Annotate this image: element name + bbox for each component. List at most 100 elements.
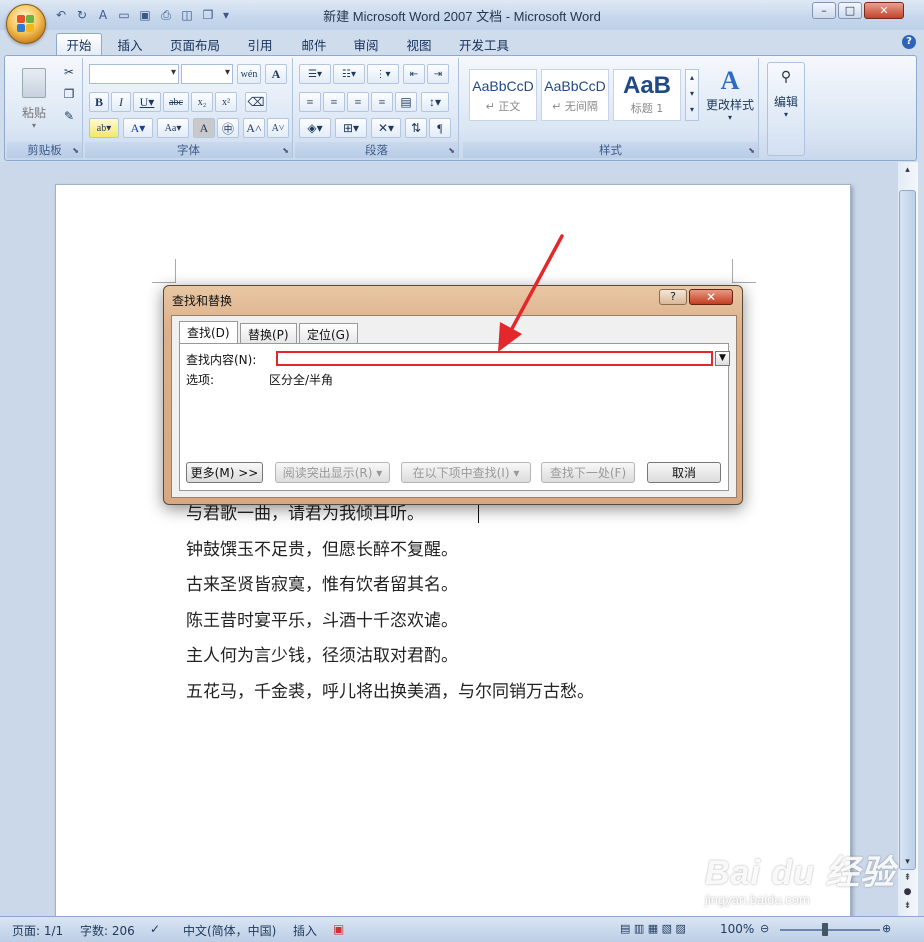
tab-find[interactable]: 查找(D) xyxy=(179,321,238,343)
find-input[interactable] xyxy=(276,351,713,366)
find-history-dropdown[interactable]: ▼ xyxy=(715,351,730,366)
view-buttons[interactable]: ▤ ▥ ▦ ▧ ▨ xyxy=(620,922,686,935)
font-size-combo[interactable] xyxy=(181,64,233,84)
dialog-body: 查找(D) 替换(P) 定位(G) 查找内容(N): ▼ 选项: 区分全/半角 … xyxy=(171,315,737,498)
spell-check-icon[interactable]: ✓ xyxy=(150,922,160,936)
dialog-help-button[interactable]: ? xyxy=(659,289,687,305)
change-case-icon[interactable]: Aa▾ xyxy=(157,118,189,138)
chinese-layout-icon[interactable]: ✕▾ xyxy=(371,118,401,138)
numbering-icon[interactable]: ☷▾ xyxy=(333,64,365,84)
document-text: 与君歌一曲，请君为我倾耳听。 钟鼓馔玉不足贵，但愿长醉不复醒。 古来圣贤皆寂寞，… xyxy=(186,497,594,710)
macro-record-icon[interactable]: ▣ xyxy=(333,922,344,936)
justify-icon[interactable]: ≡ xyxy=(371,92,393,112)
show-marks-icon[interactable]: ¶ xyxy=(429,118,451,138)
word-count[interactable]: 字数: 206 xyxy=(80,922,135,939)
tab-replace[interactable]: 替换(P) xyxy=(240,323,297,343)
editing-button[interactable]: ⚲ 编辑 ▾ xyxy=(767,62,805,156)
zoom-slider[interactable] xyxy=(780,929,880,931)
cancel-button[interactable]: 取消 xyxy=(647,462,721,483)
line-spacing-icon[interactable]: ↕▾ xyxy=(421,92,449,112)
paste-label: 粘贴 xyxy=(21,106,46,120)
style-no-spacing[interactable]: AaBbCcD ↵ 无间隔 xyxy=(541,69,609,121)
char-shading-icon[interactable]: A xyxy=(193,118,215,138)
styles-launcher-icon[interactable]: ⬊ xyxy=(748,146,755,155)
copy-icon-ribbon[interactable]: ❐ xyxy=(59,84,79,104)
tab-home[interactable]: 开始 xyxy=(56,33,102,55)
enclose-char-icon[interactable]: ㊥ xyxy=(217,118,239,138)
vertical-scrollbar[interactable]: ▴ ▾ ⇞ ● ⇟ xyxy=(898,162,918,916)
bold-icon[interactable]: B xyxy=(89,92,109,112)
font-group: wén A B I U▾ abc x₂ x² ⌫ ab▾ A▾ Aa▾ A ㊥ … xyxy=(85,58,293,158)
align-center-icon[interactable]: ≡ xyxy=(323,92,345,112)
close-button[interactable]: ✕ xyxy=(864,2,904,19)
help-icon[interactable]: ? xyxy=(902,35,916,49)
text-line: 五花马，千金裘，呼儿将出换美酒，与尔同销万古愁。 xyxy=(186,681,594,702)
phonetic-guide-icon[interactable]: wén xyxy=(237,64,261,84)
dialog-close-button[interactable]: ✕ xyxy=(689,289,733,305)
paragraph-launcher-icon[interactable]: ⬊ xyxy=(448,146,455,155)
maximize-button[interactable]: □ xyxy=(838,2,862,19)
shading-icon[interactable]: ◈▾ xyxy=(299,118,331,138)
char-border-icon[interactable]: A xyxy=(265,64,287,84)
font-launcher-icon[interactable]: ⬊ xyxy=(282,146,289,155)
tab-developer[interactable]: 开发工具 xyxy=(452,33,516,55)
office-button[interactable] xyxy=(6,4,46,44)
tab-view[interactable]: 视图 xyxy=(397,33,441,55)
font-name-combo[interactable] xyxy=(89,64,179,84)
find-in-button[interactable]: 在以下项中查找(I) ▾ xyxy=(401,462,531,483)
zoom-out-icon[interactable]: ⊖ xyxy=(760,922,769,935)
superscript-icon[interactable]: x² xyxy=(215,92,237,112)
reading-highlight-button[interactable]: 阅读突出显示(R) ▾ xyxy=(275,462,390,483)
change-styles-button[interactable]: A 更改样式 ▾ xyxy=(703,64,757,134)
highlight-icon[interactable]: ab▾ xyxy=(89,118,119,138)
tab-references[interactable]: 引用 xyxy=(238,33,282,55)
watermark-url: jingyan.baidu.com xyxy=(705,892,810,907)
tab-review[interactable]: 审阅 xyxy=(344,33,388,55)
multilevel-list-icon[interactable]: ⋮▾ xyxy=(367,64,399,84)
paste-button[interactable]: 粘贴 ▾ xyxy=(13,64,55,134)
shrink-font-icon[interactable]: A˅ xyxy=(267,118,289,138)
zoom-level[interactable]: 100% xyxy=(720,922,754,936)
clear-format-icon[interactable]: ⌫ xyxy=(245,92,267,112)
increase-indent-icon[interactable]: ⇥ xyxy=(427,64,449,84)
styles-scroll[interactable]: ▴ ▾ ▾ xyxy=(685,69,699,121)
tab-goto[interactable]: 定位(G) xyxy=(299,323,358,343)
tab-insert[interactable]: 插入 xyxy=(108,33,152,55)
strikethrough-icon[interactable]: abc xyxy=(163,92,189,112)
cut-icon[interactable]: ✂ xyxy=(59,62,79,82)
font-color-icon[interactable]: A▾ xyxy=(123,118,153,138)
distributed-icon[interactable]: ▤ xyxy=(395,92,417,112)
window-controls: – □ ✕ xyxy=(812,2,904,19)
next-page-icon[interactable]: ⇟ xyxy=(899,898,916,914)
text-line: 主人何为言少钱，径须沽取对君酌。 xyxy=(186,646,458,666)
bullets-icon[interactable]: ☰▾ xyxy=(299,64,331,84)
minimize-button[interactable]: – xyxy=(812,2,836,19)
subscript-icon[interactable]: x₂ xyxy=(191,92,213,112)
insert-mode[interactable]: 插入 xyxy=(293,922,317,939)
align-right-icon[interactable]: ≡ xyxy=(347,92,369,112)
scroll-thumb[interactable] xyxy=(899,190,916,870)
grow-font-icon[interactable]: A˄ xyxy=(243,118,265,138)
scroll-down-arrow[interactable]: ▾ xyxy=(899,854,916,870)
tab-mailings[interactable]: 邮件 xyxy=(292,33,336,55)
underline-icon[interactable]: U▾ xyxy=(133,92,161,112)
options-label: 选项: xyxy=(186,373,215,387)
tab-page-layout[interactable]: 页面布局 xyxy=(163,33,227,55)
find-label: 查找内容(N): xyxy=(186,353,257,367)
find-next-button[interactable]: 查找下一处(F) xyxy=(541,462,635,483)
language-indicator[interactable]: 中文(简体，中国) xyxy=(183,922,276,939)
format-painter-icon[interactable]: ✎ xyxy=(59,106,79,126)
more-button[interactable]: 更多(M) >> xyxy=(186,462,263,483)
zoom-slider-thumb[interactable] xyxy=(822,923,828,936)
scroll-up-arrow[interactable]: ▴ xyxy=(899,162,916,178)
style-heading-1[interactable]: AaB 标题 1 xyxy=(613,69,681,121)
zoom-in-icon[interactable]: ⊕ xyxy=(882,922,891,935)
align-left-icon[interactable]: ≡ xyxy=(299,92,321,112)
borders-icon[interactable]: ⊞▾ xyxy=(335,118,367,138)
italic-icon[interactable]: I xyxy=(111,92,131,112)
dialog-launcher-icon[interactable]: ⬊ xyxy=(72,146,79,155)
decrease-indent-icon[interactable]: ⇤ xyxy=(403,64,425,84)
style-normal[interactable]: AaBbCcD ↵ 正文 xyxy=(469,69,537,121)
sort-icon[interactable]: ⇅ xyxy=(405,118,427,138)
page-count[interactable]: 页面: 1/1 xyxy=(12,922,63,939)
